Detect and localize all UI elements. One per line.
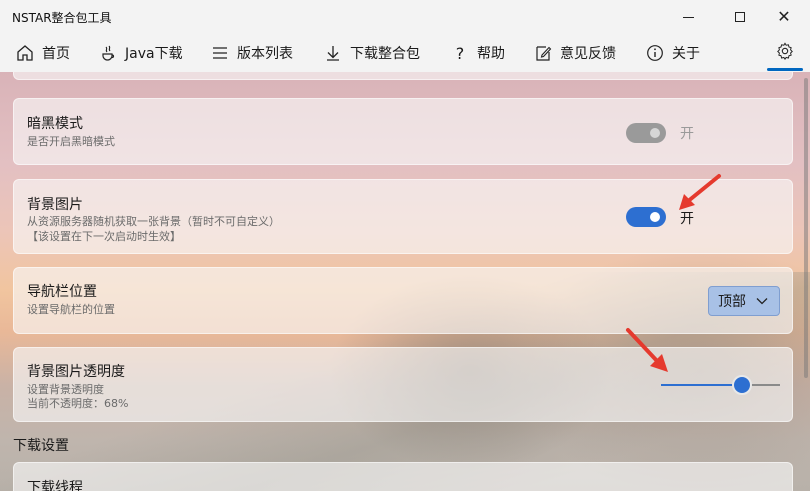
active-tab-indicator [767, 68, 803, 71]
chevron-down-icon [755, 294, 769, 312]
nav-label-download-pack: 下载整合包 [350, 46, 420, 62]
nav-item-home[interactable]: 首页 [16, 34, 70, 72]
nav-item-versions[interactable]: 版本列表 [211, 34, 293, 72]
settings-card-download-threads: 下载线程 [13, 462, 793, 491]
opacity-slider-filled [661, 384, 742, 386]
download-threads-title: 下载线程 [27, 480, 83, 491]
app-title: NSTAR整合包工具 [12, 10, 112, 25]
settings-card-bg-opacity: 背景图片透明度 设置背景透明度 当前不透明度：68% [13, 347, 793, 422]
scrollbar[interactable] [804, 78, 808, 378]
settings-content[interactable]: 暗黑模式 是否开启黑暗模式 开 背景图片 从资源服务器随机获取一张背景（暂时不可… [0, 72, 810, 491]
info-icon [646, 44, 664, 62]
java-cup-icon [99, 44, 117, 62]
nav-label-about: 关于 [672, 46, 700, 62]
nav-item-feedback[interactable]: 意见反馈 [534, 34, 616, 72]
list-icon [211, 44, 229, 62]
question-icon: ? [455, 43, 465, 63]
background-image-title: 背景图片 [27, 197, 83, 213]
nav-item-download-pack[interactable]: 下载整合包 [324, 34, 420, 72]
settings-card-dark-mode: 暗黑模式 是否开启黑暗模式 开 [13, 98, 793, 165]
dark-mode-state-label: 开 [680, 126, 694, 142]
feedback-edit-icon [534, 44, 552, 62]
minimize-button[interactable] [670, 0, 706, 34]
download-section-header: 下载设置 [13, 438, 69, 454]
nav-label-versions: 版本列表 [237, 46, 293, 62]
bg-opacity-desc-2: 当前不透明度：68% [27, 397, 129, 410]
annotation-arrow-icon [679, 174, 721, 210]
settings-card-partial [13, 72, 793, 80]
background-image-desc-1: 从资源服务器随机获取一张背景（暂时不可自定义） [27, 215, 280, 228]
background-image-desc-2: 【该设置在下一次启动时生效】 [27, 230, 181, 243]
nav-position-title: 导航栏位置 [27, 284, 97, 300]
nav-bar: 首页 Java下载 版本列表 下载整合包 ? 帮助 意见反馈 关于 [0, 34, 810, 72]
toggle-knob [650, 212, 660, 222]
nav-label-home: 首页 [42, 46, 70, 62]
nav-position-desc: 设置导航栏的位置 [27, 303, 115, 316]
opacity-slider-thumb[interactable] [731, 375, 752, 395]
maximize-button[interactable] [722, 0, 758, 34]
minimize-icon [682, 16, 694, 18]
nav-item-about[interactable]: 关于 [646, 34, 700, 72]
background-image-toggle[interactable] [626, 207, 666, 227]
toggle-knob [650, 128, 660, 138]
nav-label-feedback: 意见反馈 [560, 46, 616, 62]
bg-opacity-title: 背景图片透明度 [27, 364, 125, 380]
download-icon [324, 44, 342, 62]
dark-mode-desc: 是否开启黑暗模式 [27, 135, 115, 148]
maximize-icon [735, 12, 745, 22]
nav-item-help[interactable]: ? 帮助 [451, 34, 505, 72]
home-icon [16, 44, 34, 62]
nav-item-settings[interactable] [766, 34, 804, 72]
dark-mode-title: 暗黑模式 [27, 116, 83, 132]
close-button[interactable]: ✕ [766, 0, 802, 34]
settings-card-nav-position: 导航栏位置 设置导航栏的位置 顶部 [13, 267, 793, 334]
nav-position-selected: 顶部 [718, 294, 746, 310]
nav-item-java[interactable]: Java下载 [99, 34, 183, 72]
nav-label-java: Java下载 [125, 46, 183, 62]
annotation-arrow-icon [626, 328, 668, 372]
title-bar: NSTAR整合包工具 ✕ [0, 0, 810, 34]
dark-mode-toggle[interactable] [626, 123, 666, 143]
nav-label-help: 帮助 [477, 46, 505, 62]
bg-opacity-desc-1: 设置背景透明度 [27, 383, 104, 396]
gear-icon [776, 42, 794, 64]
close-icon: ✕ [777, 7, 791, 26]
nav-position-dropdown[interactable]: 顶部 [708, 286, 780, 316]
